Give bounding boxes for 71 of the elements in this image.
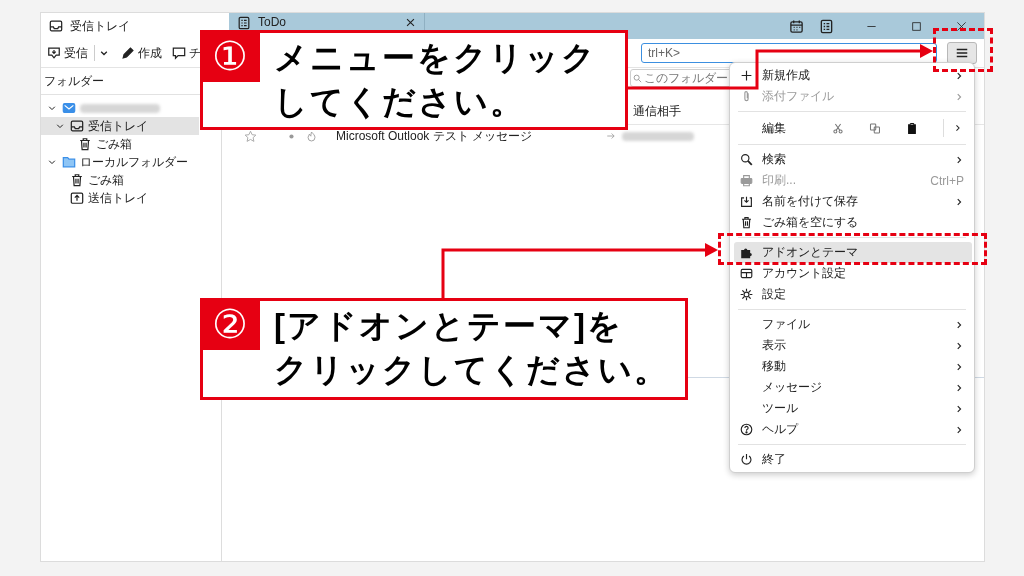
copy-icon[interactable] (868, 121, 881, 135)
tasks-icon[interactable] (819, 18, 834, 34)
arrow-right-icon (606, 131, 616, 141)
tab[interactable]: 受信トレイ (41, 13, 229, 39)
menu-icon (955, 46, 969, 60)
folder-item[interactable]: 受信トレイ (41, 117, 199, 135)
clipboard-icon[interactable] (905, 121, 918, 135)
save-icon (740, 195, 753, 208)
dashed-highlight-frame (933, 28, 993, 72)
menu-item[interactable]: ごみ箱を空にする (734, 212, 972, 233)
search-field[interactable]: trl+K> (641, 43, 937, 63)
menu-item[interactable]: 検索 (734, 149, 972, 170)
calendar-icon[interactable] (789, 18, 804, 34)
menu-item[interactable]: 名前を付けて保存 (734, 191, 972, 212)
trash-icon (740, 216, 753, 229)
toolbar-button[interactable]: チ (170, 41, 201, 65)
account-card-icon (740, 267, 753, 280)
menu-item[interactable]: 表示 (734, 335, 972, 356)
toolbar-button[interactable]: 受信 (45, 41, 90, 65)
search-icon (633, 73, 642, 83)
search-icon (740, 153, 753, 166)
message-subject[interactable]: Microsoft Outlook テスト メッセージ (336, 127, 598, 145)
tab[interactable]: ToDo (229, 15, 424, 30)
step-number-badge: ① (200, 30, 260, 82)
download-icon (47, 46, 61, 60)
dot-icon[interactable] (289, 133, 294, 139)
close-icon[interactable] (405, 17, 416, 28)
trash-icon (70, 173, 84, 187)
menu-item[interactable]: ヘルプ (734, 419, 972, 440)
callout-text: メニューをクリック してください。 (274, 38, 597, 122)
help-icon (740, 423, 753, 436)
callout-text: [アドオンとテーマ]を クリックしてください。 (274, 306, 669, 390)
shortcut-text: Ctrl+P (930, 173, 964, 188)
inbox-icon (70, 119, 84, 133)
star-icon[interactable] (244, 129, 257, 143)
pane-title: フォルダー (44, 72, 104, 90)
step-number-badge: ② (200, 298, 260, 350)
pencil-icon (121, 46, 135, 60)
folder-icon (62, 155, 76, 169)
menu-item[interactable]: ツール (734, 398, 972, 419)
menu-item[interactable]: 終了 (734, 449, 972, 470)
outbox-icon (70, 191, 84, 205)
chevron-down-icon[interactable] (99, 48, 109, 58)
inbox-icon (49, 19, 63, 33)
scissors-icon[interactable] (831, 121, 844, 135)
menu-item[interactable]: メッセージ (734, 377, 972, 398)
folder-item[interactable]: ローカルフォルダー (41, 153, 199, 171)
menu-item[interactable]: アドオンとテーマ (734, 242, 972, 263)
menu-item[interactable]: 移動 (734, 356, 972, 377)
close-icon[interactable] (956, 20, 967, 32)
settings-icon (740, 288, 753, 301)
folder-item[interactable]: 送信トレイ (41, 189, 199, 207)
puzzle-icon (740, 246, 753, 259)
menu-button[interactable] (947, 42, 977, 64)
redacted-text (622, 131, 694, 141)
trash-icon (78, 137, 92, 151)
maximize-icon[interactable] (911, 20, 922, 32)
menu-item[interactable]: 設定 (734, 284, 972, 305)
plus-icon (740, 69, 753, 82)
column-header[interactable]: 通信相手 (633, 102, 681, 120)
folder-item[interactable]: ごみ箱 (41, 135, 199, 153)
mail-icon (62, 101, 76, 115)
power-icon (740, 453, 753, 466)
chat-icon (172, 46, 186, 60)
menu-item[interactable]: ファイル (734, 314, 972, 335)
printer-icon (740, 174, 753, 187)
menu-item[interactable]: アカウント設定 (734, 263, 972, 284)
folder-item[interactable]: ごみ箱 (41, 171, 199, 189)
toolbar-button[interactable]: 作成 (119, 41, 164, 65)
menu-label: 編集 (762, 119, 787, 137)
tasks-icon (237, 15, 251, 30)
